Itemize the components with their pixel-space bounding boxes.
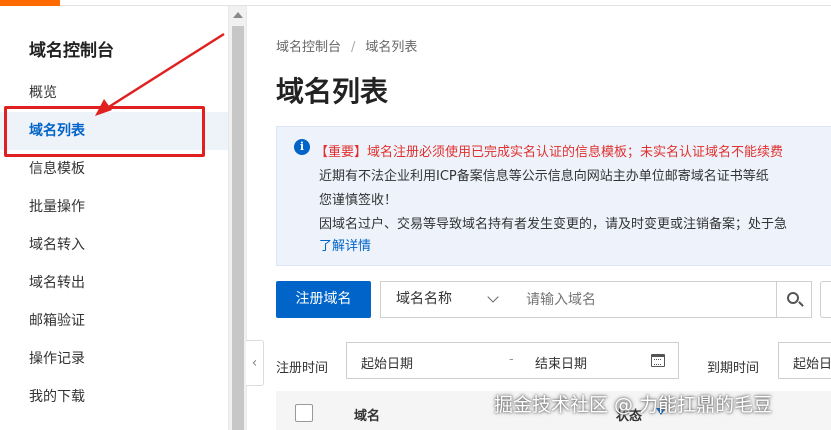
search-button[interactable] — [776, 281, 812, 318]
notice-important: 【重要】域名注册必须使用已完成实名认证的信息模板；未实名认证域名不能续费 — [315, 145, 784, 160]
search-field-value: 域名名称 — [396, 291, 452, 307]
sidebar-title: 域名控制台 — [29, 41, 114, 61]
expire-start-date-field[interactable]: 起始日 — [793, 353, 831, 372]
sidebar-item-transfer-in[interactable]: 域名转入 — [0, 226, 228, 264]
notice-banner: i 【重要】域名注册必须使用已完成实名认证的信息模板；未实名认证域名不能续费 近… — [276, 126, 831, 266]
calendar-icon[interactable] — [651, 354, 665, 367]
notice-line: 近期有不法企业利用ICP备案信息等公示信息向网站主办单位邮寄域名证书等纸 — [319, 169, 769, 184]
breadcrumb-separator: / — [351, 40, 356, 55]
sidebar-item-transfer-out[interactable]: 域名转出 — [0, 264, 228, 302]
annotation-highlight-box — [4, 106, 205, 157]
breadcrumb: 域名控制台 / 域名列表 — [276, 36, 417, 55]
chevron-left-icon: ‹ — [251, 355, 258, 371]
page-title: 域名列表 — [276, 75, 389, 108]
more-actions-button[interactable] — [820, 281, 831, 318]
sidebar-item-downloads[interactable]: 我的下载 — [0, 378, 228, 416]
scroll-up-icon[interactable] — [233, 12, 243, 18]
learn-more-link[interactable]: 了解详情 — [319, 235, 371, 254]
reg-date-range-picker[interactable]: 起始日期 - 结束日期 — [346, 342, 679, 379]
start-date-field[interactable]: 起始日期 — [361, 353, 413, 372]
chevron-down-icon — [487, 291, 499, 303]
sidebar: 域名控制台 概览 域名列表 信息模板 批量操作 域名转入 域名转出 邮箱验证 操… — [0, 6, 228, 430]
notice-line: 因域名过户、交易等导致域名持有者发生变更的，请及时变更或注销备案；处于急 — [319, 217, 788, 232]
reg-time-label: 注册时间 — [276, 361, 329, 376]
sidebar-item-batch-ops[interactable]: 批量操作 — [0, 188, 228, 226]
end-date-field[interactable]: 结束日期 — [535, 353, 587, 372]
sidebar-item-email-verify[interactable]: 邮箱验证 — [0, 302, 228, 340]
search-field-select[interactable]: 域名名称 — [380, 281, 512, 318]
breadcrumb-console[interactable]: 域名控制台 — [276, 40, 341, 55]
sidebar-item-operation-log[interactable]: 操作记录 — [0, 340, 228, 378]
date-range-separator: - — [509, 352, 514, 367]
search-icon-handle — [798, 301, 804, 307]
sidebar-scrollbar[interactable] — [228, 6, 246, 430]
domain-search-input[interactable] — [511, 281, 777, 318]
collapse-sidebar-button[interactable]: ‹ — [246, 340, 264, 386]
main-content: 域名控制台 / 域名列表 域名列表 i 【重要】域名注册必须使用已完成实名认证的信息… — [246, 6, 831, 430]
breadcrumb-current: 域名列表 — [365, 40, 418, 55]
register-domain-button[interactable]: 注册域名 — [276, 281, 371, 318]
expire-date-range-picker[interactable]: 起始日 — [778, 342, 831, 379]
scroll-thumb[interactable] — [232, 26, 244, 430]
expire-time-label: 到期时间 — [707, 361, 760, 376]
info-icon: i — [294, 139, 310, 155]
column-header-domain[interactable]: 域名 — [354, 405, 380, 424]
watermark: 掘金技术社区 @ 力能扛鼎的毛豆 — [494, 394, 773, 416]
select-all-checkbox[interactable] — [295, 404, 313, 422]
notice-line: 您谨慎签收！ — [319, 193, 398, 208]
